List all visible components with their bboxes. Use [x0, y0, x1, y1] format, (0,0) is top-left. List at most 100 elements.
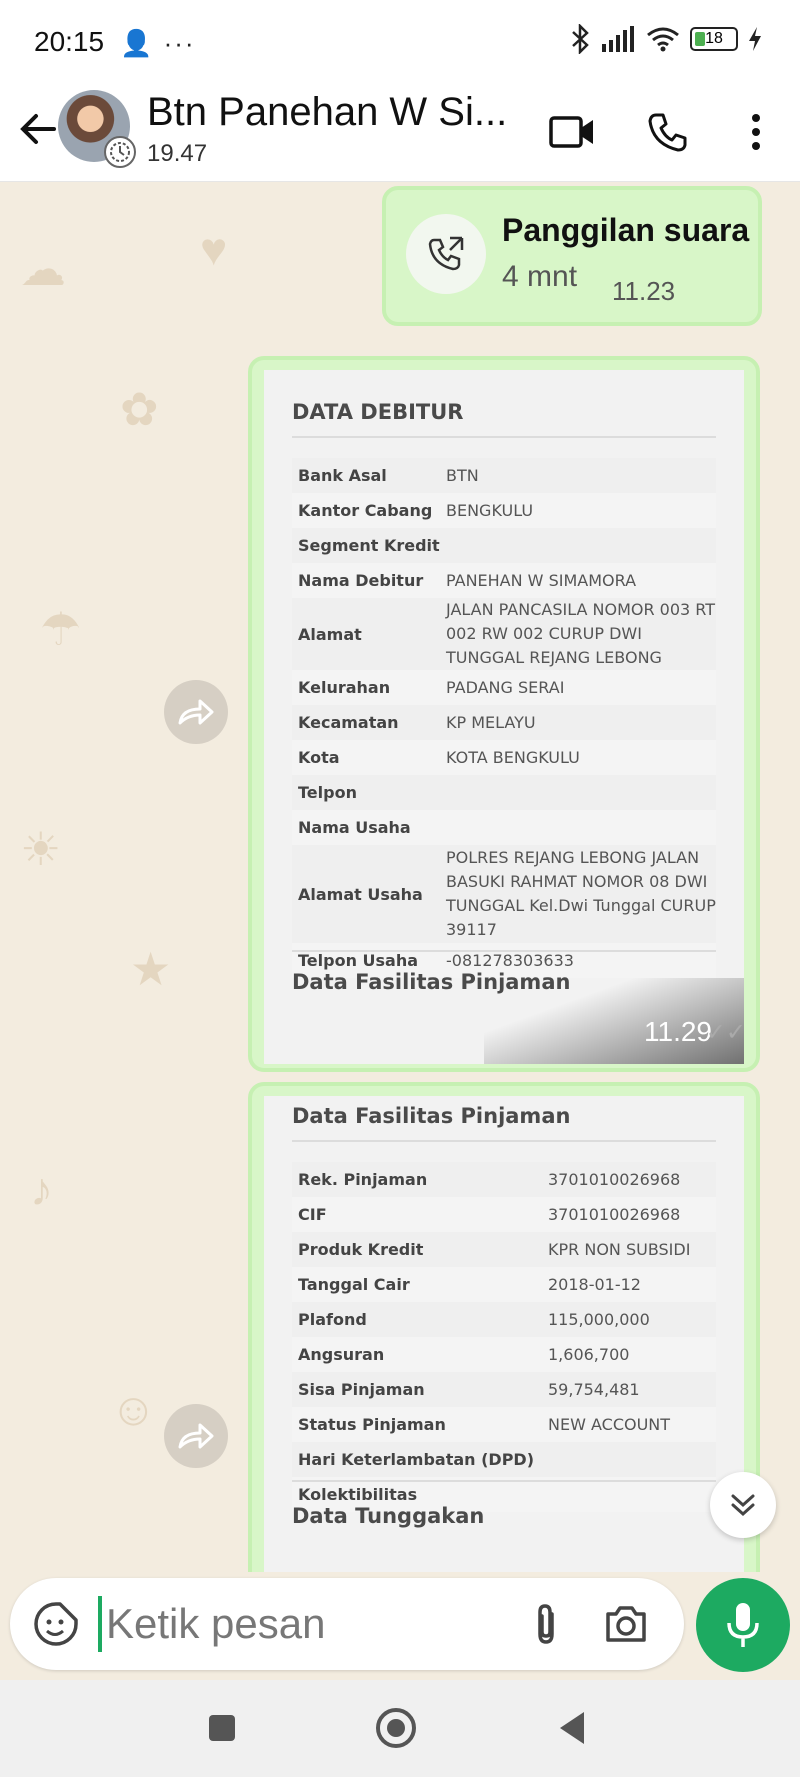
row-label: Sisa Pinjaman: [298, 1380, 425, 1399]
row-label: Kantor Cabang: [298, 501, 433, 520]
row-value: [446, 810, 716, 845]
divider: [292, 436, 716, 438]
bluetooth-icon: [572, 24, 589, 54]
row-value: 2018-01-12: [548, 1274, 641, 1294]
doc-section-title: Data Tunggakan: [292, 1504, 485, 1528]
row-label: Plafond: [298, 1310, 367, 1329]
wallpaper-doodle: ☂: [40, 603, 82, 655]
table-row: Plafond 115,000,000: [292, 1302, 716, 1337]
row-value: [446, 528, 716, 563]
row-value: NEW ACCOUNT: [548, 1414, 671, 1434]
mic-icon: [727, 1603, 759, 1647]
wallpaper-doodle: ✿: [120, 383, 159, 435]
wallpaper-doodle: ☀: [20, 823, 62, 875]
row-label: Segment Kredit: [298, 536, 440, 555]
camera-button[interactable]: [602, 1600, 650, 1648]
table-row: Bank Asal BTN: [292, 458, 716, 493]
image-message-debitur[interactable]: DATA DEBITUR Bank Asal BTN Kantor Cabang BE…: [248, 356, 760, 1072]
voice-record-button[interactable]: [696, 1578, 790, 1672]
divider: [292, 1480, 716, 1482]
signal-icon: [602, 26, 634, 52]
triangle-back-icon: [560, 1712, 584, 1744]
table-row: Angsuran 1,606,700: [292, 1337, 716, 1372]
video-call-button[interactable]: [544, 104, 600, 160]
table-row: Produk Kredit KPR NON SUBSIDI: [292, 1232, 716, 1267]
table-row: Alamat JALAN PANCASILA NOMOR 003 RT 002 R…: [292, 598, 716, 670]
system-back-button[interactable]: [548, 1704, 596, 1752]
video-call-icon: [549, 116, 593, 148]
row-value: [446, 775, 716, 810]
forward-button[interactable]: [164, 680, 228, 744]
voice-call-button[interactable]: [640, 104, 696, 160]
table-row: Nama Usaha: [292, 810, 716, 845]
document-image: DATA DEBITUR Bank Asal BTN Kantor Cabang BE…: [264, 370, 744, 1064]
wallpaper-doodle: ★: [130, 943, 172, 995]
row-value: 115,000,000: [548, 1309, 650, 1329]
back-button[interactable]: [14, 104, 64, 154]
home-button[interactable]: [372, 1704, 420, 1752]
forward-icon: [178, 1423, 214, 1449]
forward-icon: [178, 699, 214, 725]
table-row: Status Pinjaman NEW ACCOUNT: [292, 1407, 716, 1442]
row-label: Telpon: [298, 783, 357, 802]
forward-button[interactable]: [164, 1404, 228, 1468]
contact-subtitle: 19.47: [147, 140, 208, 167]
wallpaper-doodle: ♥: [200, 223, 228, 275]
paperclip-icon: [538, 1604, 554, 1644]
row-value: 59,754,481: [548, 1379, 640, 1399]
divider: [292, 1140, 716, 1142]
chat-header: Btn Panehan W Si... 19.47: [0, 84, 800, 182]
row-label: Nama Usaha: [298, 818, 411, 837]
back-arrow-icon: [20, 114, 56, 144]
charging-icon: [749, 27, 761, 51]
row-value: PANEHAN W SIMAMORA: [446, 570, 637, 590]
row-label: Kota: [298, 748, 340, 767]
square-icon: [209, 1715, 235, 1741]
row-label: Rek. Pinjaman: [298, 1170, 428, 1189]
row-label: Produk Kredit: [298, 1240, 424, 1259]
disappearing-timer-icon: [104, 136, 136, 168]
contact-name[interactable]: Btn Panehan W Si...: [147, 90, 507, 135]
attach-button[interactable]: [522, 1600, 570, 1648]
row-label: CIF: [298, 1205, 327, 1224]
row-label: Kelurahan: [298, 678, 391, 697]
more-vert-icon: [752, 114, 760, 150]
row-value: BTN: [446, 465, 479, 485]
status-bar: 20:15 👤 ··· 18: [0, 0, 800, 84]
system-nav-bar: [0, 1680, 800, 1777]
row-value: 1,606,700: [548, 1344, 630, 1364]
message-time: 11.29: [644, 1016, 712, 1047]
recent-apps-button[interactable]: [198, 1704, 246, 1752]
voice-call-message[interactable]: Panggilan suara 4 mnt 11.23: [382, 186, 762, 326]
table-row: Segment Kredit: [292, 528, 716, 563]
status-notification-icons: 👤 ···: [120, 28, 196, 58]
divider: [292, 950, 716, 952]
read-ticks-icon: ✓✓: [705, 1019, 746, 1046]
row-label: Nama Debitur: [298, 571, 424, 590]
row-value: 3701010026968: [548, 1204, 681, 1224]
scroll-to-bottom-button[interactable]: [710, 1472, 776, 1538]
table-row: Alamat Usaha POLRES REJANG LEBONG JALAN B…: [292, 845, 716, 943]
row-value: [548, 1477, 716, 1512]
doc-title: DATA DEBITUR: [292, 400, 464, 424]
row-value: KPR NON SUBSIDI: [548, 1239, 691, 1259]
message-input[interactable]: [106, 1590, 506, 1658]
row-label: Angsuran: [298, 1345, 385, 1364]
row-value: JALAN PANCASILA NOMOR 003 RT 002 RW 002 …: [446, 600, 716, 667]
battery-icon: 18: [690, 27, 738, 51]
table-row: Kecamatan KP MELAYU: [292, 705, 716, 740]
call-duration: 4 mnt: [502, 260, 578, 293]
table-row: Kota KOTA BENGKULU: [292, 740, 716, 775]
wallpaper-doodle: ♪: [30, 1163, 53, 1215]
status-time: 20:15: [34, 26, 105, 57]
image-message-fasilitas[interactable]: Data Fasilitas Pinjaman Rek. Pinjaman 370…: [248, 1082, 760, 1572]
row-label: Alamat Usaha: [298, 884, 423, 904]
wallpaper-doodle: ☁: [20, 243, 66, 295]
more-options-button[interactable]: [728, 104, 784, 160]
chat-area[interactable]: ☁ ✿ ☂ ★ ♪ ☺ ♥ ☀ Panggilan suara 4 mnt 11…: [0, 182, 800, 1572]
sticker-button[interactable]: [32, 1600, 80, 1648]
row-value: PADANG SERAI: [446, 677, 565, 697]
status-right-icons: 18: [570, 24, 762, 54]
row-value: 3701010026968: [548, 1169, 681, 1189]
table-row: Tanggal Cair 2018-01-12: [292, 1267, 716, 1302]
